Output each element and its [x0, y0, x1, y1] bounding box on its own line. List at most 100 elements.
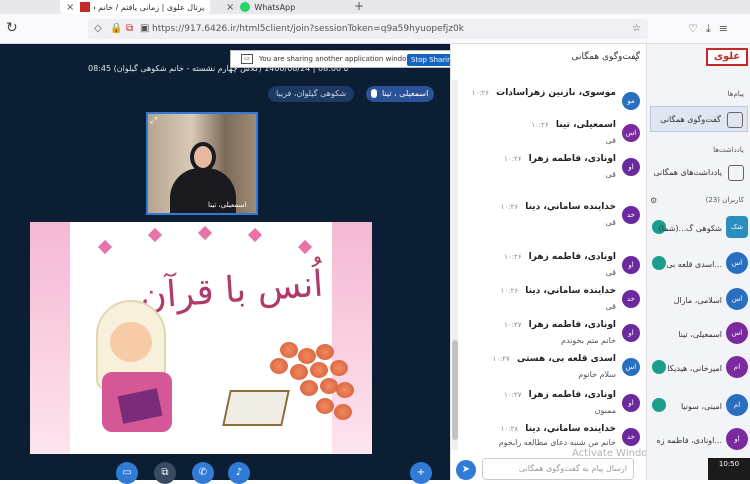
- rose: [336, 382, 354, 398]
- presenter-chip-secondary[interactable]: شکوهی گیلوان، فریبا: [268, 86, 355, 102]
- rose: [270, 358, 288, 374]
- curtain-decoration: [30, 222, 70, 454]
- message-author: اونادی، فاطمه زهرا ۱۰:۲۷: [504, 320, 616, 330]
- message-author-name: خداینده ساماني، دینا: [525, 202, 616, 212]
- lock-icon[interactable]: 🔒: [110, 23, 122, 34]
- message-author: خداینده ساماني، دینا ۱۰:۲۶: [501, 286, 616, 296]
- girl-face: [110, 322, 152, 362]
- shield-icon[interactable]: ◇: [94, 23, 102, 34]
- tab-label: WhatsApp: [254, 2, 296, 12]
- url-text[interactable]: https://917.6426.ir/html5client/join?ses…: [152, 24, 464, 34]
- messages-heading: پیام‌ها: [727, 90, 744, 98]
- browser-toolbar-icons[interactable]: ♡⤓≡: [688, 22, 736, 36]
- chevron-left-icon[interactable]: ‹: [634, 54, 638, 65]
- reload-icon[interactable]: ↻: [6, 20, 18, 36]
- user-avatar: شک: [726, 216, 748, 238]
- status-icon: [652, 398, 666, 412]
- message-author: اسدی قلعه بی، هستی ۱۰:۲۷: [492, 354, 616, 364]
- message-avatar: او: [622, 324, 640, 342]
- camera-toggle-button[interactable]: ▭: [116, 462, 138, 484]
- user-row[interactable]: شکوهی گ...(شما) شک: [652, 212, 748, 246]
- presenter-name: شکوهی گیلوان، فریبا: [276, 89, 347, 98]
- message-avatar: مو: [622, 92, 640, 110]
- microphone-button[interactable]: ♪: [228, 462, 250, 484]
- new-tab-icon[interactable]: +: [354, 0, 364, 12]
- message-author: خداینده ساماني، دینا ۱۰:۲۸: [501, 424, 616, 434]
- tab-whatsapp[interactable]: × WhatsApp: [220, 0, 340, 14]
- user-name: اسدی قلعه بی...: [666, 260, 722, 269]
- message-time: ۱۰:۲۷: [504, 391, 522, 399]
- user-avatar: ام: [726, 394, 748, 416]
- heart-decoration: [297, 239, 313, 255]
- sidebar-item-shared-notes[interactable]: یادداشت‌های همگانی: [650, 160, 748, 186]
- user-name: امینی، سونیا: [680, 402, 722, 411]
- rose: [316, 344, 334, 360]
- message-avatar: خد: [622, 290, 640, 308]
- user-name: شکوهی گ...(شما): [658, 224, 722, 233]
- message-text: قی: [605, 136, 617, 145]
- status-icon: [652, 360, 666, 374]
- user-avatar: اس: [726, 252, 748, 274]
- rose: [298, 348, 316, 364]
- tab-portal[interactable]: × پرتال علوی | زمانی یافتم / خانم فاطمه.…: [60, 0, 210, 14]
- close-icon[interactable]: ×: [66, 2, 74, 13]
- notes-heading: یادداشت‌ها: [713, 146, 744, 154]
- message-author: اونادی، فاطمه زهرا ۱۰:۲۶: [504, 252, 616, 262]
- message-author: خداینده ساماني، دینا ۱۰:۲۶: [501, 202, 616, 212]
- message-author-name: اونادی، فاطمه زهرا: [528, 154, 616, 164]
- message-author-name: موسوی، نازنین زهراسادات: [496, 88, 616, 98]
- user-avatar: اس: [726, 288, 748, 310]
- portal-favicon-icon: [80, 2, 91, 12]
- gear-icon[interactable]: ⚙: [650, 196, 657, 205]
- presenter-chip[interactable]: اسمعیلی ، تینا: [366, 86, 435, 102]
- message-text: قی: [605, 302, 617, 311]
- window-share-icon: ▭: [241, 54, 253, 64]
- message-author-name: اونادی، فاطمه زهرا: [528, 252, 616, 262]
- user-name: اونادی، فاطمه زه...: [656, 436, 722, 445]
- webcam-name-label: اسمعیلی، تینا: [208, 201, 247, 209]
- camera-permission-icon[interactable]: ▣: [140, 23, 149, 34]
- user-row[interactable]: امینی، سونیا ام: [652, 390, 748, 424]
- message-time: ۱۰:۲۶: [471, 89, 490, 97]
- status-icon: [652, 292, 666, 306]
- close-icon[interactable]: ×: [226, 2, 234, 13]
- message-avatar: اس: [622, 358, 640, 376]
- school-logo: علوی: [706, 48, 748, 66]
- message-avatar: او: [622, 394, 640, 412]
- expand-icon[interactable]: ⤢: [150, 116, 157, 126]
- webcam-video[interactable]: ⤢ اسمعیلی، تینا: [146, 112, 258, 215]
- rose: [290, 364, 308, 380]
- taskbar-clock: 10:50: [708, 458, 750, 480]
- sidebar-item-public-chat[interactable]: گفت‌وگوی همگانی: [650, 106, 748, 132]
- user-row[interactable]: اسدی قلعه بی... اس: [652, 248, 748, 282]
- screen-share-button[interactable]: ⧉: [154, 462, 176, 484]
- message-avatar: اس: [622, 124, 640, 142]
- message-time: ۱۰:۲۶: [504, 253, 522, 261]
- bookmark-star-icon[interactable]: ☆: [632, 23, 641, 34]
- message-time: ۱۰:۲۷: [504, 321, 522, 329]
- screen-share-icon[interactable]: ⧉: [126, 23, 133, 34]
- message-text: قی: [605, 218, 617, 227]
- sharing-notice-text: You are sharing another application wind…: [259, 55, 414, 63]
- add-actions-button[interactable]: +: [410, 462, 432, 484]
- user-row[interactable]: امیرخانی، هیدیکا ام: [652, 352, 748, 386]
- phone-audio-button[interactable]: ✆: [192, 462, 214, 484]
- heart-decoration: [97, 239, 113, 255]
- heart-decoration: [247, 227, 263, 243]
- chat-scrollbar-thumb[interactable]: [452, 340, 458, 440]
- sharing-notice: ▭ You are sharing another application wi…: [230, 50, 480, 68]
- message-author-name: اسدی قلعه بی، هستی: [517, 354, 616, 364]
- rose: [330, 360, 348, 376]
- message-author: موسوی، نازنین زهراسادات ۱۰:۲۶: [472, 88, 616, 98]
- chat-header: گفت‌وگوی همگانی: [571, 52, 640, 62]
- user-row[interactable]: اسلامی، مارال اس: [652, 284, 748, 318]
- users-heading: کاربران (23): [705, 196, 744, 204]
- message-author-name: اونادی، فاطمه زهرا: [528, 390, 616, 400]
- send-icon[interactable]: ➤: [456, 460, 476, 480]
- chat-message-input[interactable]: ارسال پیام به گفت‌وگوی همگانی: [482, 458, 634, 480]
- message-time: ۱۰:۲۶: [531, 121, 549, 129]
- presentation-slide: اُنس با قرآن: [30, 222, 372, 454]
- user-row[interactable]: اونادی، فاطمه زه... او: [652, 424, 748, 458]
- user-row[interactable]: اسمعیلی، تینا اس: [652, 318, 748, 352]
- message-time: ۱۰:۲۶: [500, 287, 519, 295]
